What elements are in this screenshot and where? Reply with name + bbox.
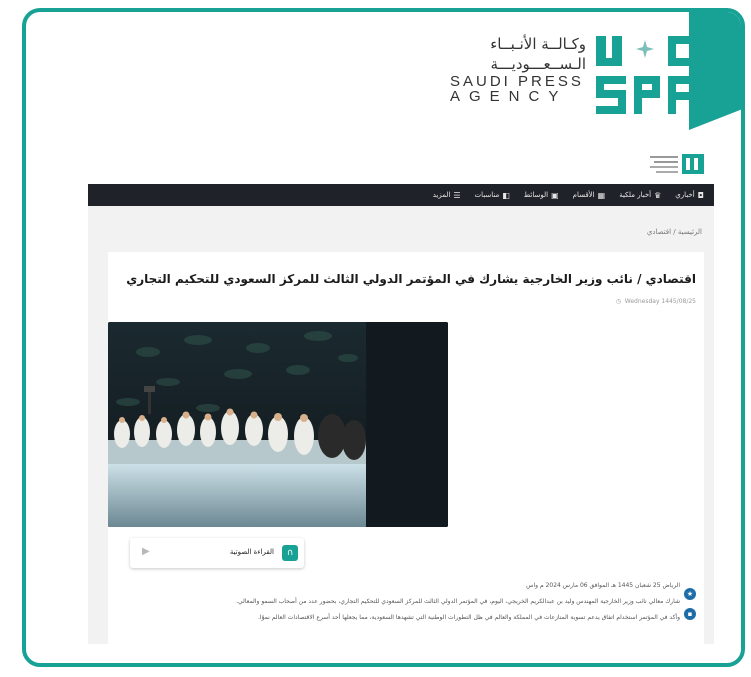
bookmark-icon[interactable]: ▪ bbox=[684, 608, 696, 620]
menu-icon: ☰ bbox=[453, 190, 461, 200]
article-meta: Wednesday 1445/08/25 ◷ bbox=[616, 298, 696, 305]
like-icon[interactable]: ★ bbox=[684, 588, 696, 600]
logo-arabic-line-1: وكـالــة الأنـبــاء bbox=[490, 35, 586, 53]
article-photo[interactable] bbox=[108, 322, 448, 527]
square-icon: ◘ bbox=[697, 190, 704, 200]
nav-label: أخبار ملكية bbox=[619, 191, 652, 199]
nav-item-events[interactable]: ◧ مناسبات bbox=[475, 191, 510, 200]
nav-item-royal-news[interactable]: ♛ أخبار ملكية bbox=[619, 191, 661, 200]
nav-item-my-news[interactable]: ◘ أخباري bbox=[675, 191, 704, 200]
logo-arabic-line-2: الـســعـــوديـــة bbox=[490, 55, 586, 73]
headphones-icon[interactable]: ∩ bbox=[282, 545, 298, 561]
article-card: اقتصادي / نائب وزير الخارجية يشارك في ال… bbox=[108, 252, 704, 644]
nav-label: الأقسام bbox=[572, 191, 595, 199]
article-headline: اقتصادي / نائب وزير الخارجية يشارك في ال… bbox=[126, 272, 696, 286]
crown-icon: ♛ bbox=[654, 190, 662, 200]
logo-english-line-2: AGENCY bbox=[450, 88, 568, 105]
article-body-line-1: شارك معالي نائب وزير الخارجية المهندس ول… bbox=[236, 598, 680, 605]
breadcrumb[interactable]: الرئيسية / اقتصادي bbox=[647, 228, 702, 236]
article-dateline: الرياض 25 شعبان 1445 هـ الموافق 06 مارس … bbox=[526, 582, 680, 589]
logo-english-text: SAUDI PRESS AGENCY bbox=[450, 74, 590, 104]
spa-mark-icon bbox=[596, 36, 698, 114]
article-body-line-2: وأكد في المؤتمر استخدام اتفاق يدعم تسوية… bbox=[258, 614, 680, 621]
nav-item-sections[interactable]: ▦ الأقسام bbox=[573, 191, 606, 200]
spa-logo: وكـالــة الأنـبــاء الـســعـــوديـــة SA… bbox=[446, 34, 716, 120]
nav-label: أخباري bbox=[675, 191, 695, 199]
site-logo-icon[interactable] bbox=[648, 152, 706, 176]
events-icon: ◧ bbox=[502, 190, 510, 200]
logo-english-line-1: SAUDI PRESS bbox=[450, 73, 584, 90]
play-icon[interactable]: ▶ bbox=[142, 546, 150, 557]
logo-arabic-text: وكـالــة الأنـبــاء الـســعـــوديـــة bbox=[454, 34, 586, 74]
nav-item-media[interactable]: ▣ الوسائط bbox=[524, 191, 559, 200]
nav-label: الوسائط bbox=[523, 191, 549, 199]
nav-label: مناسبات bbox=[474, 191, 500, 199]
grid-icon: ▦ bbox=[597, 190, 606, 200]
audio-reader: ∩ القراءة الصوتية ▶ bbox=[130, 538, 304, 568]
clock-icon: ◷ bbox=[615, 298, 623, 305]
main-navigation: ◘ أخباري ♛ أخبار ملكية ▦ الأقسام ▣ الوسا… bbox=[88, 184, 714, 206]
screenshot-card: وكـالــة الأنـبــاء الـســعـــوديـــة SA… bbox=[22, 8, 745, 667]
site-header bbox=[88, 146, 714, 184]
article-date: Wednesday 1445/08/25 bbox=[624, 298, 696, 305]
nav-item-more[interactable]: ☰ المزيد bbox=[433, 191, 461, 200]
audio-reader-label: القراءة الصوتية bbox=[229, 548, 274, 556]
article-page-screenshot: ◘ أخباري ♛ أخبار ملكية ▦ الأقسام ▣ الوسا… bbox=[88, 146, 714, 644]
nav-label: المزيد bbox=[432, 191, 451, 199]
media-icon: ▣ bbox=[551, 190, 559, 200]
